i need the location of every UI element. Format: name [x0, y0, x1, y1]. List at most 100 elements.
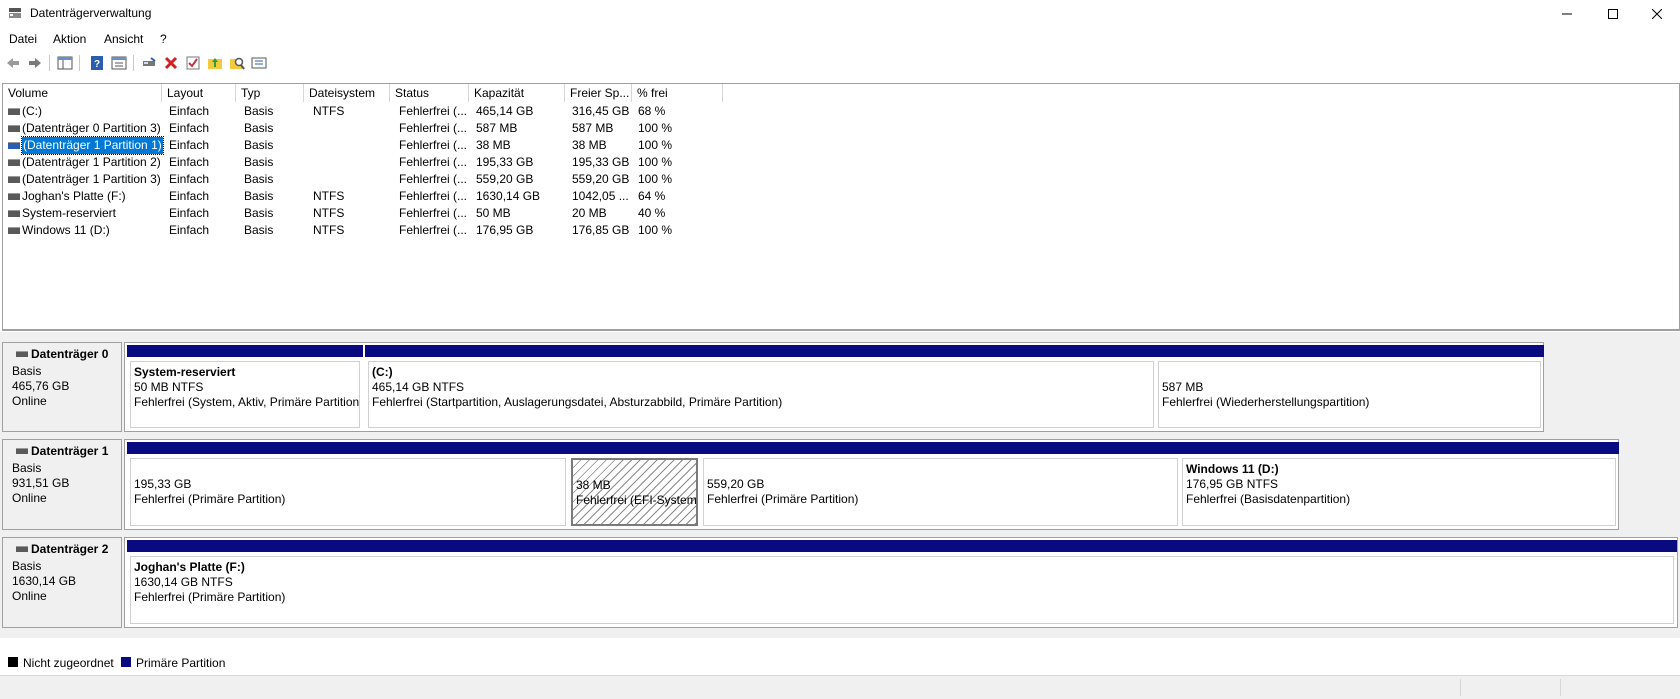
search-folder-icon[interactable]: [229, 55, 245, 71]
legend-swatch-unallocated: [8, 657, 18, 667]
col-header-typ[interactable]: Typ: [236, 84, 304, 102]
close-button[interactable]: [1634, 0, 1680, 28]
partition-c[interactable]: (C:) 465,14 GB NTFS Fehlerfrei (Startpar…: [365, 345, 1157, 431]
partition-status: Fehlerfrei (System, Aktiv, Primäre Parti…: [134, 395, 360, 409]
volume-name: (C:): [22, 104, 42, 118]
table-row[interactable]: (Datenträger 1 Partition 2) Einfach Basi…: [3, 154, 723, 171]
menu-ansicht[interactable]: Ansicht: [104, 32, 143, 46]
maximize-button[interactable]: [1590, 0, 1636, 28]
menu-help[interactable]: ?: [160, 32, 167, 46]
partition-bar: [127, 442, 569, 454]
table-row[interactable]: (Datenträger 0 Partition 3) Einfach Basi…: [3, 120, 723, 137]
partition-recovery[interactable]: 587 MB Fehlerfrei (Wiederherstellungspar…: [1155, 345, 1544, 431]
menu-datei[interactable]: Datei: [9, 32, 37, 46]
table-row[interactable]: Windows 11 (D:) Einfach Basis NTFS Fehle…: [3, 222, 723, 239]
volume-status: Fehlerfrei (...: [399, 172, 468, 186]
volume-capacity: 195,33 GB: [476, 155, 534, 169]
volume-name: (Datenträger 1 Partition 2): [22, 155, 161, 169]
partition-joghans-platte-f[interactable]: Joghan's Platte (F:) 1630,14 GB NTFS Feh…: [127, 540, 1677, 627]
disk-2-partitions: Joghan's Platte (F:) 1630,14 GB NTFS Feh…: [124, 537, 1678, 628]
partition-status: Fehlerfrei (EFI-Systempartition): [576, 493, 697, 507]
toolbar: ?: [0, 52, 1680, 74]
volume-layout: Einfach: [169, 206, 210, 220]
volume-typ: Basis: [244, 104, 274, 118]
partition-size: 176,95 GB NTFS: [1186, 477, 1279, 491]
partition-bar: [127, 540, 1677, 552]
volume-icon: [8, 210, 20, 217]
forward-icon[interactable]: [27, 55, 43, 71]
col-header-freier-speicher[interactable]: Freier Sp...: [565, 84, 632, 102]
volume-capacity: 1630,14 GB: [476, 189, 541, 203]
volume-name: (Datenträger 0 Partition 3): [22, 121, 161, 135]
legend-swatch-primary: [121, 657, 131, 667]
toolbar-separator: [79, 55, 80, 71]
table-row[interactable]: System-reserviert Einfach Basis NTFS Feh…: [3, 205, 723, 222]
partition-disk1-p3[interactable]: 559,20 GB Fehlerfrei (Primäre Partition): [700, 442, 1181, 529]
help-icon[interactable]: ?: [89, 55, 105, 71]
volume-pct-free: 64 %: [638, 189, 666, 203]
back-icon[interactable]: [5, 55, 21, 71]
disk-2-label[interactable]: Datenträger 2 Basis 1630,14 GB Online: [2, 537, 122, 628]
volume-capacity: 587 MB: [476, 121, 518, 135]
svg-text:?: ?: [94, 59, 100, 70]
minimize-icon: [1562, 13, 1572, 15]
properties-view-icon[interactable]: [111, 55, 127, 71]
volume-pct-free: 100 %: [638, 223, 673, 237]
volume-capacity: 465,14 GB: [476, 104, 534, 118]
volume-name: Joghan's Platte (F:): [22, 189, 126, 203]
disk-1-label[interactable]: Datenträger 1 Basis 931,51 GB Online: [2, 439, 122, 530]
col-header-layout[interactable]: Layout: [162, 84, 236, 102]
volume-free: 38 MB: [572, 138, 607, 152]
volume-fs: NTFS: [313, 189, 345, 203]
partition-system-reserved[interactable]: System-reserviert 50 MB NTFS Fehlerfrei …: [127, 345, 363, 431]
partition-size: 465,14 GB NTFS: [372, 380, 465, 394]
legend-label-primary: Primäre Partition: [136, 656, 226, 670]
col-header-kapazitaet[interactable]: Kapazität: [469, 84, 565, 102]
table-row[interactable]: Joghan's Platte (F:) Einfach Basis NTFS …: [3, 188, 723, 205]
connect-icon[interactable]: [141, 55, 157, 71]
disk-0-label[interactable]: Datenträger 0 Basis 465,76 GB Online: [2, 342, 122, 432]
col-header-dateisystem[interactable]: Dateisystem: [304, 84, 390, 102]
partition-disk1-p2[interactable]: 195,33 GB Fehlerfrei (Primäre Partition): [127, 442, 569, 529]
window-title: Datenträgerverwaltung: [30, 6, 152, 20]
disk-management-app-icon: [8, 7, 22, 19]
partition-body: Windows 11 (D:) 176,95 GB NTFS Fehlerfre…: [1182, 458, 1616, 526]
partition-bar: [568, 442, 701, 454]
partition-body: System-reserviert 50 MB NTFS Fehlerfrei …: [130, 361, 360, 428]
volume-pct-free: 100 %: [638, 138, 673, 152]
volume-capacity: 176,95 GB: [476, 223, 534, 237]
partition-bar: [1155, 345, 1544, 357]
volume-capacity: 38 MB: [476, 138, 511, 152]
partition-efi-selected[interactable]: 38 MB Fehlerfrei (EFI-Systempartition): [568, 442, 701, 529]
volume-typ: Basis: [244, 223, 274, 237]
delete-icon[interactable]: [163, 55, 179, 71]
table-row-selected[interactable]: (Datenträger 1 Partition 1) Einfach Basi…: [3, 136, 723, 155]
volume-icon: [8, 108, 20, 115]
partition-status: Fehlerfrei (Wiederherstellungspartition): [1162, 395, 1370, 409]
volume-layout: Einfach: [169, 223, 210, 237]
title-bar: Datenträgerverwaltung: [0, 0, 1680, 28]
partition-body: 38 MB Fehlerfrei (EFI-Systempartition): [571, 458, 698, 526]
disk-name: Datenträger 0: [31, 347, 109, 361]
volume-pct-free: 100 %: [638, 155, 673, 169]
partition-size: 1630,14 GB NTFS: [134, 575, 233, 589]
volume-free: 1042,05 ...: [572, 189, 629, 203]
minimize-button[interactable]: [1544, 0, 1590, 28]
volume-layout: Einfach: [169, 104, 210, 118]
partition-windows11-d[interactable]: Windows 11 (D:) 176,95 GB NTFS Fehlerfre…: [1179, 442, 1619, 529]
col-header-volume[interactable]: Volume: [3, 84, 162, 102]
volume-capacity: 559,20 GB: [476, 172, 534, 186]
menu-aktion[interactable]: Aktion: [53, 32, 86, 46]
volume-layout: Einfach: [169, 155, 210, 169]
col-header-status[interactable]: Status: [390, 84, 469, 102]
folder-up-icon[interactable]: [207, 55, 223, 71]
check-icon[interactable]: [185, 55, 201, 71]
volume-list[interactable]: Volume Layout Typ Dateisystem Status Kap…: [2, 83, 1680, 331]
volume-list-header: Volume Layout Typ Dateisystem Status Kap…: [3, 84, 723, 102]
settings-icon[interactable]: [251, 55, 267, 71]
table-row[interactable]: (Datenträger 1 Partition 3) Einfach Basi…: [3, 171, 723, 188]
col-header-prozent-frei[interactable]: % frei: [632, 84, 723, 102]
disk-type: Basis: [12, 461, 42, 475]
show-hide-tree-icon[interactable]: [57, 55, 73, 71]
table-row[interactable]: (C:) Einfach Basis NTFS Fehlerfrei (... …: [3, 103, 723, 120]
